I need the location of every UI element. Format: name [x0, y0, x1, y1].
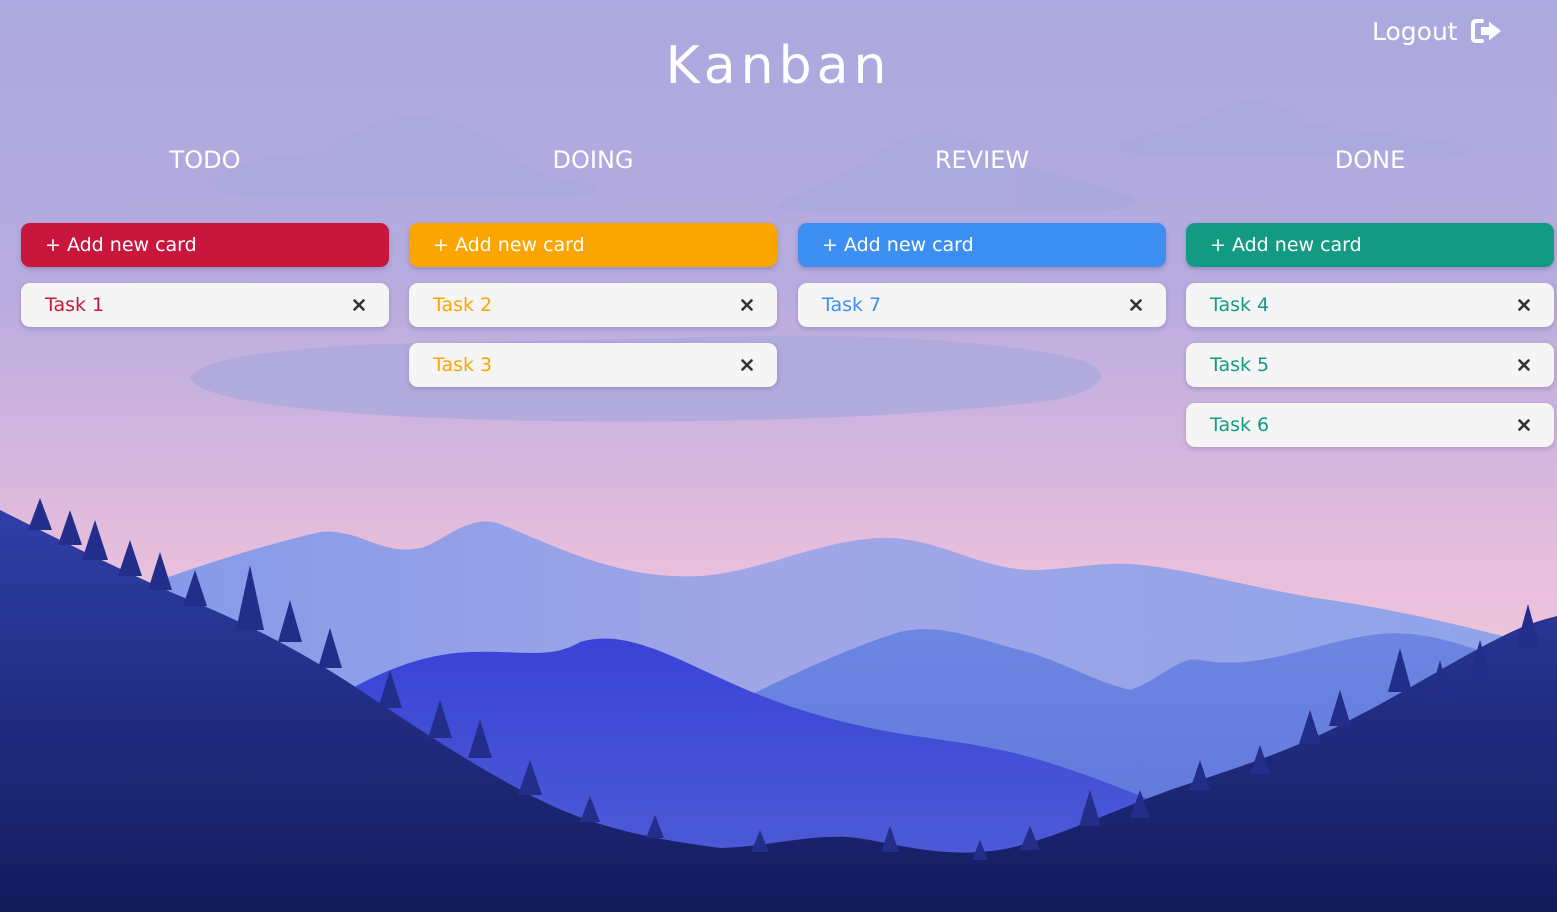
- task-card[interactable]: Task 3: [409, 343, 777, 387]
- column-done: DONE + Add new card Task 4 Task 5 Task 6: [1186, 140, 1554, 447]
- column-doing: DOING + Add new card Task 2 Task 3: [409, 140, 777, 387]
- card-label: Task 7: [822, 294, 882, 316]
- task-card[interactable]: Task 4: [1186, 283, 1554, 327]
- close-icon[interactable]: [1128, 283, 1144, 327]
- card-label: Task 1: [45, 294, 105, 316]
- add-card-button[interactable]: + Add new card: [409, 223, 777, 267]
- card-label: Task 6: [1210, 414, 1270, 436]
- card-list: Task 4 Task 5 Task 6: [1186, 283, 1554, 463]
- logout-button[interactable]: Logout: [1372, 14, 1503, 48]
- task-card[interactable]: Task 6: [1186, 403, 1554, 447]
- card-list: Task 7: [798, 283, 1166, 343]
- add-card-button[interactable]: + Add new card: [1186, 223, 1554, 267]
- close-icon[interactable]: [351, 283, 367, 327]
- column-title: REVIEW: [934, 146, 1030, 174]
- task-card[interactable]: Task 5: [1186, 343, 1554, 387]
- close-icon[interactable]: [1516, 403, 1532, 447]
- close-icon[interactable]: [739, 283, 755, 327]
- card-list: Task 1: [21, 283, 389, 343]
- task-card[interactable]: Task 7: [798, 283, 1166, 327]
- task-card[interactable]: Task 1: [21, 283, 389, 327]
- column-review: REVIEW + Add new card Task 7: [798, 140, 1166, 327]
- close-icon[interactable]: [1516, 283, 1532, 327]
- column-todo: TODO + Add new card Task 1: [21, 140, 389, 327]
- logout-label: Logout: [1372, 16, 1458, 46]
- card-label: Task 3: [433, 354, 493, 376]
- close-icon[interactable]: [1516, 343, 1532, 387]
- close-icon[interactable]: [739, 343, 755, 387]
- column-title: DOING: [552, 146, 634, 174]
- card-label: Task 5: [1210, 354, 1270, 376]
- card-label: Task 2: [433, 294, 493, 316]
- app-title: Kanban: [665, 36, 892, 96]
- card-label: Task 4: [1210, 294, 1270, 316]
- card-list: Task 2 Task 3: [409, 283, 777, 403]
- add-card-button[interactable]: + Add new card: [798, 223, 1166, 267]
- sign-out-icon: [1470, 18, 1503, 44]
- add-card-button[interactable]: + Add new card: [21, 223, 389, 267]
- column-title: TODO: [169, 146, 241, 174]
- task-card[interactable]: Task 2: [409, 283, 777, 327]
- column-title: DONE: [1334, 146, 1406, 174]
